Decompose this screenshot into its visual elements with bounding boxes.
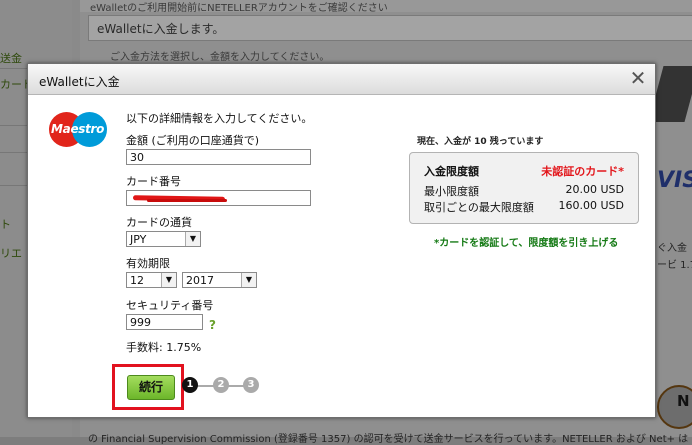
bg-body-fragment: ご入金方法を選択し、金額を入力してください。 — [110, 52, 330, 63]
step-indicator-3: 3 — [243, 377, 259, 393]
maestro-logo-text: Maestro — [51, 122, 105, 136]
form-instruction: 以下の詳細情報を入力してください。 — [126, 112, 313, 125]
bg-visa-logo: VISA — [657, 168, 692, 193]
verify-card-link[interactable]: *カードを認証して、限度額を引き上げる — [434, 234, 618, 249]
bg-right-fragment: ぐ入金 — [657, 243, 687, 254]
deposit-remaining-text: 現在、入金が 10 残っています — [417, 137, 544, 147]
bg-sidebar-item: リエ — [0, 247, 22, 260]
bg-top-fragment: eWalletのご利用開始前にNETELLERアカウントをご確認ください — [90, 3, 388, 14]
expiry-label: 有効期限 — [126, 257, 170, 270]
step-indicator-2: 2 — [213, 377, 229, 393]
min-limit-value: 20.00 USD — [565, 183, 625, 196]
maestro-logo: Maestro — [47, 110, 109, 150]
bg-neteller-letter: N — [677, 392, 690, 410]
card-number-label: カード番号 — [126, 175, 181, 188]
modal-titlebar: eWalletに入金 ✕ — [28, 64, 655, 95]
expiry-year-value: 2017 — [186, 274, 214, 287]
redaction-mark — [147, 199, 227, 202]
expiry-month-select[interactable]: 12 ▼ — [126, 272, 177, 288]
step-indicator-1: 1 — [182, 377, 198, 393]
bg-footer-text: の Financial Supervision Commission (登録番号… — [88, 434, 689, 445]
card-number-input[interactable] — [126, 190, 311, 206]
max-limit-label: 取引ごとの最大限度額 — [424, 201, 534, 214]
amount-label: 金額 (ご利用の口座通貨で) — [126, 134, 260, 147]
expiry-month-value: 12 — [130, 274, 144, 287]
modal-title: eWalletに入金 — [39, 75, 120, 89]
limits-box: 入金限度額 未認証のカード* 最小限度額 20.00 USD 取引ごとの最大限度… — [409, 152, 639, 224]
security-label: セキュリティ番号 — [126, 299, 214, 312]
max-limit-value: 160.00 USD — [558, 199, 625, 212]
bg-section-header: eWalletに入金します。 — [88, 15, 692, 41]
close-icon[interactable]: ✕ — [627, 67, 649, 89]
help-icon[interactable]: ? — [209, 318, 216, 332]
security-input[interactable]: 999 — [126, 314, 203, 330]
limits-heading: 入金限度額 — [424, 165, 479, 178]
currency-select[interactable]: JPY ▼ — [126, 231, 201, 247]
bg-right-fragment: ービ 1.7 — [657, 260, 692, 271]
bg-sidebar-item: 送金 — [0, 52, 22, 65]
bg-header-text: eWalletに入金します。 — [97, 22, 225, 36]
chevron-down-icon: ▼ — [161, 273, 176, 287]
currency-value: JPY — [130, 233, 147, 246]
bg-top-strip: eWalletのご利用開始前にNETELLERアカウントをご確認ください — [80, 0, 692, 14]
continue-button[interactable]: 続行 — [127, 375, 175, 400]
amount-input[interactable]: 30 — [126, 149, 311, 165]
chevron-down-icon: ▼ — [185, 232, 200, 246]
fee-text: 手数料: 1.75% — [126, 341, 202, 354]
currency-label: カードの通貨 — [126, 216, 192, 229]
min-limit-label: 最小限度額 — [424, 185, 479, 198]
bg-sidebar-item: ト — [0, 218, 11, 231]
expiry-year-select[interactable]: 2017 ▼ — [182, 272, 257, 288]
card-status-badge: 未認証のカード* — [541, 165, 624, 178]
chevron-down-icon: ▼ — [241, 273, 256, 287]
deposit-modal: eWalletに入金 ✕ Maestro 以下の詳細情報を入力してください。 金… — [27, 63, 656, 418]
